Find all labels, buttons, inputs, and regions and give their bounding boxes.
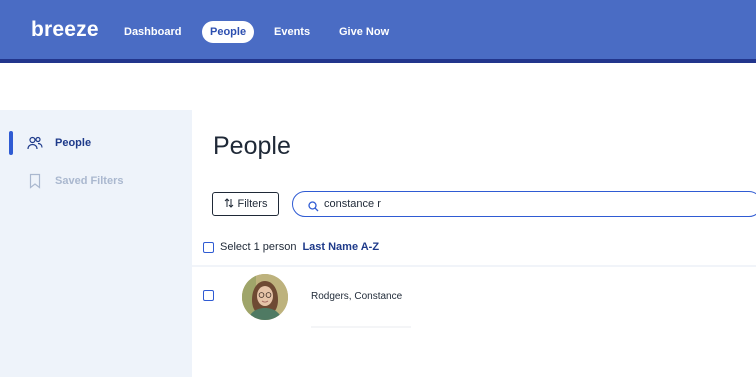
sidebar-item-label: Saved Filters (55, 175, 124, 187)
top-navigation-bar: breeze Dashboard People Events Give Now (0, 0, 756, 59)
search-icon (308, 199, 319, 212)
page-title: People (213, 132, 291, 160)
nav-item-give-now[interactable]: Give Now (339, 21, 389, 43)
select-count-label: Select 1 person (220, 241, 297, 253)
sort-dropdown[interactable]: Last Name A-Z (302, 241, 379, 253)
nav-item-events[interactable]: Events (274, 21, 310, 43)
avatar[interactable] (242, 274, 288, 320)
filters-label: Filters (237, 198, 268, 210)
list-item[interactable]: Rodgers, Constance (195, 270, 425, 328)
sidebar-item-label: People (55, 137, 92, 149)
nav-item-dashboard[interactable]: Dashboard (124, 21, 181, 43)
row-divider (311, 326, 411, 328)
sort-arrows-icon (224, 197, 234, 211)
search-input[interactable] (324, 195, 724, 213)
select-all-checkbox[interactable] (203, 241, 214, 253)
selection-bar: Select 1 person Last Name A-Z (203, 240, 379, 254)
person-name[interactable]: Rodgers, Constance (311, 291, 402, 302)
search-box[interactable] (292, 191, 756, 217)
nav-bottom-border (0, 59, 756, 63)
bookmark-icon (27, 173, 43, 189)
list-header-divider (192, 265, 756, 267)
sidebar-item-saved-filters[interactable]: Saved Filters (27, 171, 123, 191)
sidebar-active-indicator (9, 131, 13, 155)
row-checkbox[interactable] (203, 290, 214, 301)
people-icon (27, 135, 43, 151)
sidebar-item-people[interactable]: People (27, 133, 91, 153)
nav-item-people[interactable]: People (202, 21, 255, 43)
breeze-logo[interactable]: breeze (31, 18, 99, 42)
filters-button[interactable]: Filters (212, 192, 279, 216)
